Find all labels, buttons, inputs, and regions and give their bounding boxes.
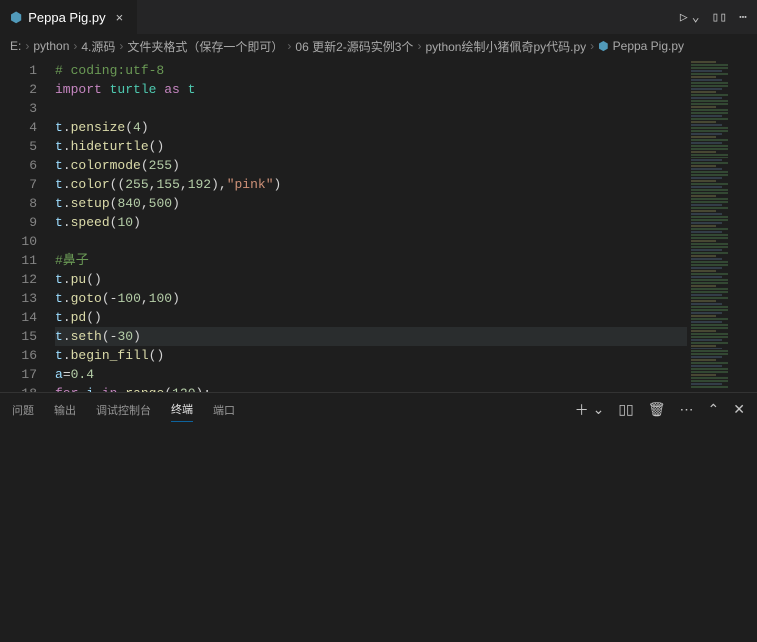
code-line[interactable] xyxy=(55,99,687,118)
breadcrumb-part[interactable]: python xyxy=(33,39,69,53)
breadcrumb-part[interactable]: E: xyxy=(10,39,21,53)
line-number: 14 xyxy=(0,308,55,327)
panel-tab-3[interactable]: 终端 xyxy=(171,397,193,422)
tab-bar: ⬢ Peppa Pig.py × ▷ ⌄ ▯▯ ⋯ xyxy=(0,0,757,35)
code-line[interactable]: t.begin_fill() xyxy=(55,346,687,365)
python-file-icon: ⬢ xyxy=(10,9,22,26)
breadcrumb[interactable]: E: › python › 4.源码 › 文件夹格式（保存一个即可） › 06 更新2-源码实例… xyxy=(0,35,757,57)
run-button[interactable]: ▷ xyxy=(680,10,688,25)
trash-terminal-icon[interactable]: 🗑 xyxy=(648,401,666,418)
code-line[interactable]: t.setup(840,500) xyxy=(55,194,687,213)
code-line[interactable]: a=0.4 xyxy=(55,365,687,384)
line-number: 16 xyxy=(0,346,55,365)
code-line[interactable]: t.pd() xyxy=(55,308,687,327)
tab-label: Peppa Pig.py xyxy=(28,10,105,25)
tab-actions: ▷ ⌄ ▯▯ ⋯ xyxy=(680,0,757,34)
chevron-right-icon: › xyxy=(25,39,29,53)
line-number: 18 xyxy=(0,384,55,392)
line-number: 7 xyxy=(0,175,55,194)
chevron-right-icon: › xyxy=(590,39,594,53)
code-line[interactable]: t.pu() xyxy=(55,270,687,289)
close-tab-icon[interactable]: × xyxy=(112,8,128,27)
split-editor-icon[interactable]: ▯▯ xyxy=(712,10,728,25)
editor-tab[interactable]: ⬢ Peppa Pig.py × xyxy=(0,0,137,34)
bottom-panel: 问题输出调试控制台终端端口 ＋ ⌄ ▯▯ 🗑 ⋯ ⌃ ✕ xyxy=(0,392,757,642)
panel-maximize-icon[interactable]: ⌃ xyxy=(708,401,720,418)
line-number: 4 xyxy=(0,118,55,137)
line-number: 9 xyxy=(0,213,55,232)
line-number: 17 xyxy=(0,365,55,384)
new-terminal-icon[interactable]: ＋ xyxy=(575,400,589,420)
breadcrumb-part[interactable]: 文件夹格式（保存一个即可） xyxy=(127,38,283,55)
panel-tabs: 问题输出调试控制台终端端口 ＋ ⌄ ▯▯ 🗑 ⋯ ⌃ ✕ xyxy=(0,393,757,426)
line-number: 1 xyxy=(0,61,55,80)
breadcrumb-part[interactable]: python绘制小猪佩奇py代码.py xyxy=(425,38,586,55)
panel-tab-1[interactable]: 输出 xyxy=(54,398,76,422)
code-line[interactable]: t.color((255,155,192),"pink") xyxy=(55,175,687,194)
terminal-body[interactable] xyxy=(0,426,757,642)
code-line[interactable]: t.seth(-30) xyxy=(55,327,687,346)
line-number-gutter: 123456789101112131415161718 xyxy=(0,57,55,392)
run-chevron-icon[interactable]: ⌄ xyxy=(692,10,700,25)
panel-tab-4[interactable]: 端口 xyxy=(213,398,235,422)
editor[interactable]: 123456789101112131415161718 # coding:utf… xyxy=(0,57,757,392)
line-number: 15 xyxy=(0,327,55,346)
chevron-right-icon: › xyxy=(119,39,123,53)
code-line[interactable] xyxy=(55,232,687,251)
panel-actions: ＋ ⌄ ▯▯ 🗑 ⋯ ⌃ ✕ xyxy=(575,400,745,420)
chevron-right-icon: › xyxy=(73,39,77,53)
line-number: 11 xyxy=(0,251,55,270)
breadcrumb-part[interactable]: 06 更新2-源码实例3个 xyxy=(295,38,413,55)
code-line[interactable]: t.speed(10) xyxy=(55,213,687,232)
code-line[interactable]: #鼻子 xyxy=(55,251,687,270)
code-line[interactable]: for i in range(120): xyxy=(55,384,687,392)
panel-more-icon[interactable]: ⋯ xyxy=(680,401,694,418)
code-line[interactable]: t.colormode(255) xyxy=(55,156,687,175)
python-file-icon: ⬢ xyxy=(598,39,608,53)
chevron-right-icon: › xyxy=(287,39,291,53)
code-area[interactable]: # coding:utf-8import turtle as t t.pensiz… xyxy=(55,57,687,392)
line-number: 13 xyxy=(0,289,55,308)
line-number: 8 xyxy=(0,194,55,213)
code-line[interactable]: import turtle as t xyxy=(55,80,687,99)
line-number: 2 xyxy=(0,80,55,99)
code-line[interactable]: t.pensize(4) xyxy=(55,118,687,137)
split-terminal-icon[interactable]: ▯▯ xyxy=(618,401,633,418)
chevron-right-icon: › xyxy=(417,39,421,53)
code-line[interactable]: t.goto(-100,100) xyxy=(55,289,687,308)
breadcrumb-tail[interactable]: Peppa Pig.py xyxy=(613,39,684,53)
line-number: 12 xyxy=(0,270,55,289)
panel-tab-2[interactable]: 调试控制台 xyxy=(96,398,151,422)
panel-close-icon[interactable]: ✕ xyxy=(733,401,745,418)
code-line[interactable]: t.hideturtle() xyxy=(55,137,687,156)
line-number: 3 xyxy=(0,99,55,118)
more-actions-icon[interactable]: ⋯ xyxy=(739,10,747,25)
line-number: 6 xyxy=(0,156,55,175)
breadcrumb-part[interactable]: 4.源码 xyxy=(81,38,115,55)
new-terminal-chevron-icon[interactable]: ⌄ xyxy=(593,401,605,418)
line-number: 10 xyxy=(0,232,55,251)
code-line[interactable]: # coding:utf-8 xyxy=(55,61,687,80)
line-number: 5 xyxy=(0,137,55,156)
minimap[interactable] xyxy=(687,57,757,392)
panel-tab-0[interactable]: 问题 xyxy=(12,398,34,422)
